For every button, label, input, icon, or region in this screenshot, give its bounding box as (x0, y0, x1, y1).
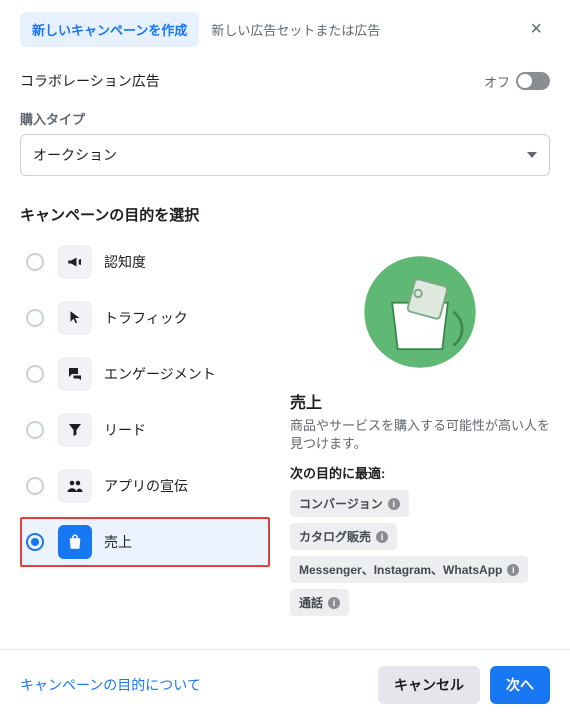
chip-label: 通話 (299, 594, 323, 611)
info-icon[interactable]: i (376, 531, 388, 543)
detail-best-for-label: 次の目的に最適: (290, 463, 550, 482)
collab-ads-label: コラボレーション広告 (20, 71, 160, 91)
detail-chip: 通話 i (290, 589, 349, 616)
objective-label: エンゲージメント (104, 364, 216, 384)
objective-sales[interactable]: 売上 (20, 517, 270, 567)
toggle-state-text: オフ (484, 72, 510, 91)
chip-label: コンバージョン (299, 495, 383, 512)
detail-description: 商品やサービスを購入する可能性が高い人を見つけます。 (290, 417, 550, 453)
objective-traffic[interactable]: トラフィック (20, 293, 270, 343)
objective-radio[interactable] (26, 477, 44, 495)
detail-chip: コンバージョン i (290, 490, 409, 517)
objective-radio[interactable] (26, 533, 44, 551)
cursor-icon (58, 301, 92, 335)
chip-label: カタログ販売 (299, 528, 371, 545)
funnel-icon (58, 413, 92, 447)
info-icon[interactable]: i (388, 498, 400, 510)
people-icon (58, 469, 92, 503)
objectives-list: 認知度トラフィックエンゲージメントリードアプリの宣伝売上 (20, 237, 270, 622)
next-button[interactable]: 次へ (490, 666, 550, 704)
objective-label: アプリの宣伝 (104, 476, 188, 496)
objective-label: トラフィック (104, 308, 188, 328)
info-icon[interactable]: i (328, 597, 340, 609)
objective-radio[interactable] (26, 309, 44, 327)
objective-radio[interactable] (26, 365, 44, 383)
megaphone-icon (58, 245, 92, 279)
objective-radio[interactable] (26, 253, 44, 271)
detail-chip: Messenger、Instagram、WhatsApp i (290, 556, 528, 583)
sales-illustration (345, 247, 495, 377)
detail-title: 売上 (290, 389, 550, 413)
bag-icon (58, 525, 92, 559)
buying-type-label: 購入タイプ (0, 99, 570, 132)
learn-more-link[interactable]: キャンペーンの目的について (20, 675, 201, 695)
detail-chip: カタログ販売 i (290, 523, 397, 550)
buying-type-select[interactable]: オークション (20, 134, 550, 176)
objective-app[interactable]: アプリの宣伝 (20, 461, 270, 511)
objective-label: 認知度 (104, 252, 146, 272)
objective-engagement[interactable]: エンゲージメント (20, 349, 270, 399)
tab-new-adset[interactable]: 新しい広告セットまたは広告 (199, 12, 392, 47)
objective-detail-panel: 売上 商品やサービスを購入する可能性が高い人を見つけます。 次の目的に最適: コ… (290, 237, 550, 622)
objective-label: リード (104, 420, 146, 440)
info-icon[interactable]: i (507, 564, 519, 576)
chip-label: Messenger、Instagram、WhatsApp (299, 561, 502, 578)
chat-icon (58, 357, 92, 391)
objective-leads[interactable]: リード (20, 405, 270, 455)
buying-type-value: オークション (33, 145, 117, 165)
objective-label: 売上 (104, 532, 132, 552)
chevron-down-icon (527, 152, 537, 158)
objective-awareness[interactable]: 認知度 (20, 237, 270, 287)
objective-section-title: キャンペーンの目的を選択 (0, 176, 570, 237)
collab-ads-toggle[interactable] (516, 72, 550, 90)
close-icon[interactable]: × (522, 14, 550, 45)
objective-radio[interactable] (26, 421, 44, 439)
cancel-button[interactable]: キャンセル (378, 666, 480, 704)
tab-create-campaign[interactable]: 新しいキャンペーンを作成 (20, 12, 199, 47)
